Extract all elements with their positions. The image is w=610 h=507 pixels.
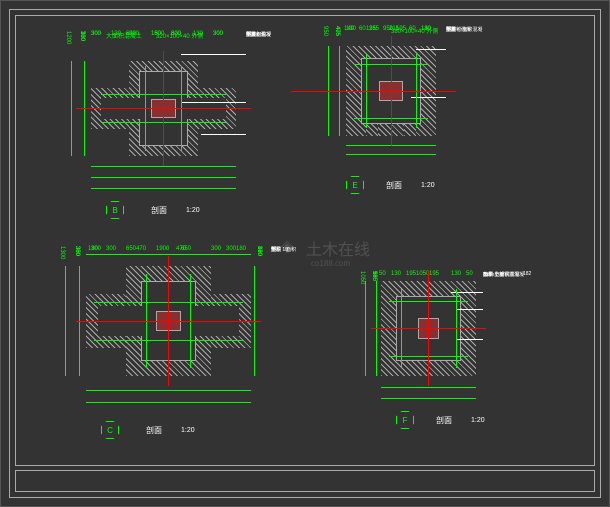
axis-f-v [428,271,429,386]
nl-f-3 [456,339,483,340]
title-f: 剖面 [436,415,452,426]
d-b-1: 130 [111,31,121,37]
dt-c-4: 300 [211,246,221,252]
view-c: 180 300 470 470 300 180 300 650 650 300 … [46,246,271,456]
d-f-1: 130 [391,271,401,277]
scale-b: 1:20 [186,207,200,214]
nl-b-6 [201,134,246,135]
d-c-1: 650 [126,246,136,252]
d-f-5: 50 [466,271,473,277]
title-e: 剖面 [386,180,402,191]
dt-c-5: 180 [236,246,246,252]
dv-b-tot: 1200 [65,31,71,44]
d-b2-0: 300 [91,31,101,37]
scale-e: 1:20 [421,182,435,189]
axis-e-h [291,91,456,92]
d-e-4: 60 [409,26,416,32]
nl-e-0 [416,49,446,50]
d-e-tot: 950 [383,26,393,32]
foot-e2 [404,124,416,136]
dl-b3 [91,188,236,189]
d-f-4: 130 [451,271,461,277]
d-b-5: 130 [193,31,203,37]
d-f-2: 195 [406,271,416,277]
tag-c: C [101,421,119,439]
title-c: 剖面 [146,425,162,436]
dl-b1 [91,166,236,167]
n-b-3: 面积 [256,31,266,38]
d-c-2: 650 [181,246,191,252]
dlv-f2 [365,281,366,376]
cross-b [91,61,236,156]
n-e-4: 垫层 [446,26,456,33]
d-c-tot: 1900 [156,246,169,252]
dl-f1 [381,387,476,388]
d-b2-1: 600 [126,31,136,37]
cross-c [86,266,251,376]
axis-b-v [163,51,164,166]
tag-f: F [396,411,414,429]
sq-f [381,281,476,376]
dl-ct [86,254,251,255]
title-b: 剖面 [151,205,167,216]
dv-cr-4: 180 [256,246,262,256]
dv-f-4: 50 [371,271,377,278]
view-b: 大面积混凝土 320×100×40 外侧 300 130 320 150 320… [51,31,261,211]
d-e2-1: 195 [366,26,376,32]
dv-e-tot: 950 [322,26,328,36]
d-e-1: 60 [359,26,366,32]
dl-c1 [86,390,251,391]
axis-c-v [168,256,169,386]
d-c-3: 300 [226,246,236,252]
nl-b-0 [181,54,246,55]
d-f-3: 195 [429,271,439,277]
tag-e: E [346,176,364,194]
scale-f: 1:20 [471,417,485,424]
n-c-4: 垫层 [271,246,281,253]
dl-e2 [346,154,436,155]
d-b2-2: 600 [171,31,181,37]
dlv-c2 [65,266,66,376]
n-f-4: 垫层 [483,271,493,278]
nl-b-4 [181,102,246,103]
dv-c-3: 300 [74,246,80,256]
dl-f2 [381,398,476,399]
title-block [15,470,595,492]
dv-e-2: 475 [334,26,340,36]
d-e2-0: 130 [346,26,356,32]
d-e2-2: 195 [396,26,406,32]
d-b2-3: 300 [213,31,223,37]
axis-e-v [391,36,392,146]
dv-c-tot: 1300 [59,246,65,259]
d-c-0: 300 [91,246,101,252]
dl-c2 [86,402,251,403]
n-f-2: 182 [523,271,531,277]
d-f-0: 50 [379,271,386,277]
dt-c-1: 300 [106,246,116,252]
drawing-canvas: ◈ 土木在线 co188.com 大面积混凝土 320×100×40 外侧 30… [0,0,610,507]
n-b-6: 垫层 [246,31,256,38]
dv-b-4: 300 [79,31,85,41]
d-b-tot: 1800 [151,31,164,37]
sq-e [346,46,436,136]
scale-c: 1:20 [181,427,195,434]
nl-f-1 [456,309,483,310]
foot-e1 [366,124,378,136]
d-e2-3: 130 [421,26,431,32]
dl-b2 [91,177,236,178]
dt-c-2: 470 [136,246,146,252]
dlv-b2 [71,61,72,156]
view-f: 50 130 195 195 130 50 1050 130 95 195 50… [351,271,541,446]
view-e: 380×100×40 外侧 140 60 215 215 60 140 130 … [311,26,511,201]
